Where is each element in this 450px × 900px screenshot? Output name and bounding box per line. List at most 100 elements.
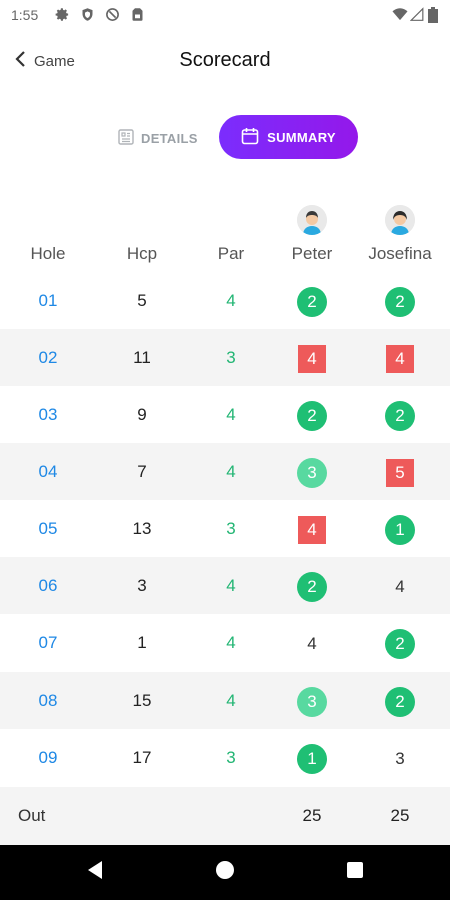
score-peter: 3: [297, 686, 327, 717]
sim-card-icon: [130, 7, 145, 22]
details-icon: [118, 128, 141, 148]
score-cell-josefina: 1: [360, 500, 440, 557]
table-row[interactable]: 04 7 4 3 5: [0, 443, 450, 500]
shield-icon: [80, 7, 95, 22]
table-row[interactable]: 08 15 4 3 2: [0, 672, 450, 729]
table-row[interactable]: 01 5 4 2 2: [0, 272, 450, 329]
out-label: Out: [18, 806, 46, 825]
cell-signal-icon: [409, 7, 425, 22]
column-header-peter: Peter: [291, 244, 333, 263]
hole-par: 3: [226, 348, 236, 367]
hole-handicap: 7: [137, 462, 147, 481]
score-josefina: 2: [385, 400, 415, 431]
hole-par: 4: [226, 405, 236, 424]
status-bar: 1:55: [0, 0, 450, 30]
score-josefina: 1: [385, 514, 415, 545]
score-cell-peter: 2: [272, 386, 352, 443]
status-time: 1:55: [11, 7, 39, 23]
hole-handicap: 5: [137, 291, 147, 310]
page-title: Scorecard: [179, 49, 271, 71]
score-cell-peter: 3: [272, 672, 352, 729]
hole-par: 4: [226, 633, 236, 652]
score-cell-josefina: 5: [360, 443, 440, 500]
score-peter: 4: [307, 633, 317, 653]
hole-handicap: 3: [137, 576, 147, 595]
score-cell-josefina: 2: [360, 272, 440, 329]
hole-number: 04: [38, 462, 58, 481]
score-cell-peter: 2: [272, 272, 352, 329]
score-josefina: 2: [385, 286, 415, 317]
battery-icon: [428, 7, 438, 23]
hole-par: 4: [226, 691, 236, 710]
recents-square-icon: [346, 861, 364, 884]
back-triangle-icon: [86, 860, 104, 885]
column-header-par: Par: [217, 244, 245, 263]
score-peter: 2: [297, 286, 327, 317]
total-peter: 25: [302, 806, 322, 825]
hole-number: 02: [38, 348, 58, 367]
score-josefina: 4: [386, 344, 414, 373]
home-circle-icon: [215, 860, 235, 885]
hole-handicap: 11: [133, 348, 151, 367]
score-cell-josefina: 4: [360, 329, 440, 386]
score-josefina: 2: [385, 686, 415, 717]
avatar-peter: [297, 205, 327, 235]
table-row[interactable]: 03 9 4 2 2: [0, 386, 450, 443]
total-josefina: 25: [390, 806, 410, 825]
score-cell-josefina: 2: [360, 614, 440, 671]
app-header: Game Scorecard: [0, 40, 450, 82]
score-josefina: 2: [385, 628, 415, 659]
hole-number: 01: [38, 291, 58, 310]
avatar-josefina: [385, 205, 415, 235]
column-header-josefina: Josefina: [368, 244, 432, 263]
hole-par: 3: [226, 748, 236, 767]
hole-handicap: 1: [137, 633, 147, 652]
score-peter: 1: [297, 743, 327, 774]
tab-details[interactable]: DETAILS: [118, 123, 198, 153]
calendar-icon: [241, 127, 267, 148]
column-header-hcp: Hcp: [126, 244, 158, 263]
column-header-hole: Hole: [30, 244, 66, 263]
score-peter: 2: [297, 571, 327, 602]
hole-handicap: 9: [137, 405, 147, 424]
score-cell-peter: 4: [272, 329, 352, 386]
score-peter: 4: [298, 515, 326, 544]
table-row[interactable]: 02 11 3 4 4: [0, 329, 450, 386]
hole-handicap: 13: [132, 519, 152, 538]
hole-number: 06: [38, 576, 58, 595]
do-not-disturb-icon: [105, 7, 120, 22]
wifi-icon: [392, 7, 408, 22]
score-cell-josefina: 4: [360, 557, 440, 614]
hole-number: 05: [38, 519, 58, 538]
score-cell-josefina: 2: [360, 672, 440, 729]
score-cell-peter: 4: [272, 614, 352, 671]
hole-number: 03: [38, 405, 58, 424]
hole-number: 07: [38, 633, 58, 652]
nav-back-button[interactable]: [65, 845, 125, 900]
tab-summary[interactable]: SUMMARY: [219, 115, 358, 159]
hole-number: 08: [38, 691, 58, 710]
hole-par: 3: [226, 519, 236, 538]
nav-home-button[interactable]: [195, 845, 255, 900]
score-peter: 4: [298, 344, 326, 373]
totals-row: Out 25 25: [0, 787, 450, 845]
hole-par: 4: [226, 576, 236, 595]
score-peter: 3: [297, 457, 327, 488]
hole-handicap: 17: [132, 748, 152, 767]
nav-recents-button[interactable]: [325, 845, 385, 900]
table-row[interactable]: 06 3 4 2 4: [0, 557, 450, 614]
score-cell-peter: 4: [272, 500, 352, 557]
score-cell-peter: 3: [272, 443, 352, 500]
table-row[interactable]: 09 17 3 1 3: [0, 729, 450, 786]
table-row[interactable]: 05 13 3 4 1: [0, 500, 450, 557]
score-peter: 2: [297, 400, 327, 431]
score-cell-josefina: 2: [360, 386, 440, 443]
hole-par: 4: [226, 462, 236, 481]
score-cell-peter: 1: [272, 729, 352, 786]
gear-icon: [55, 7, 70, 22]
tab-summary-label: SUMMARY: [267, 129, 336, 145]
tab-details-label: DETAILS: [141, 130, 198, 146]
hole-handicap: 15: [132, 691, 152, 710]
hole-number: 09: [38, 748, 58, 767]
table-row[interactable]: 07 1 4 4 2: [0, 614, 450, 671]
